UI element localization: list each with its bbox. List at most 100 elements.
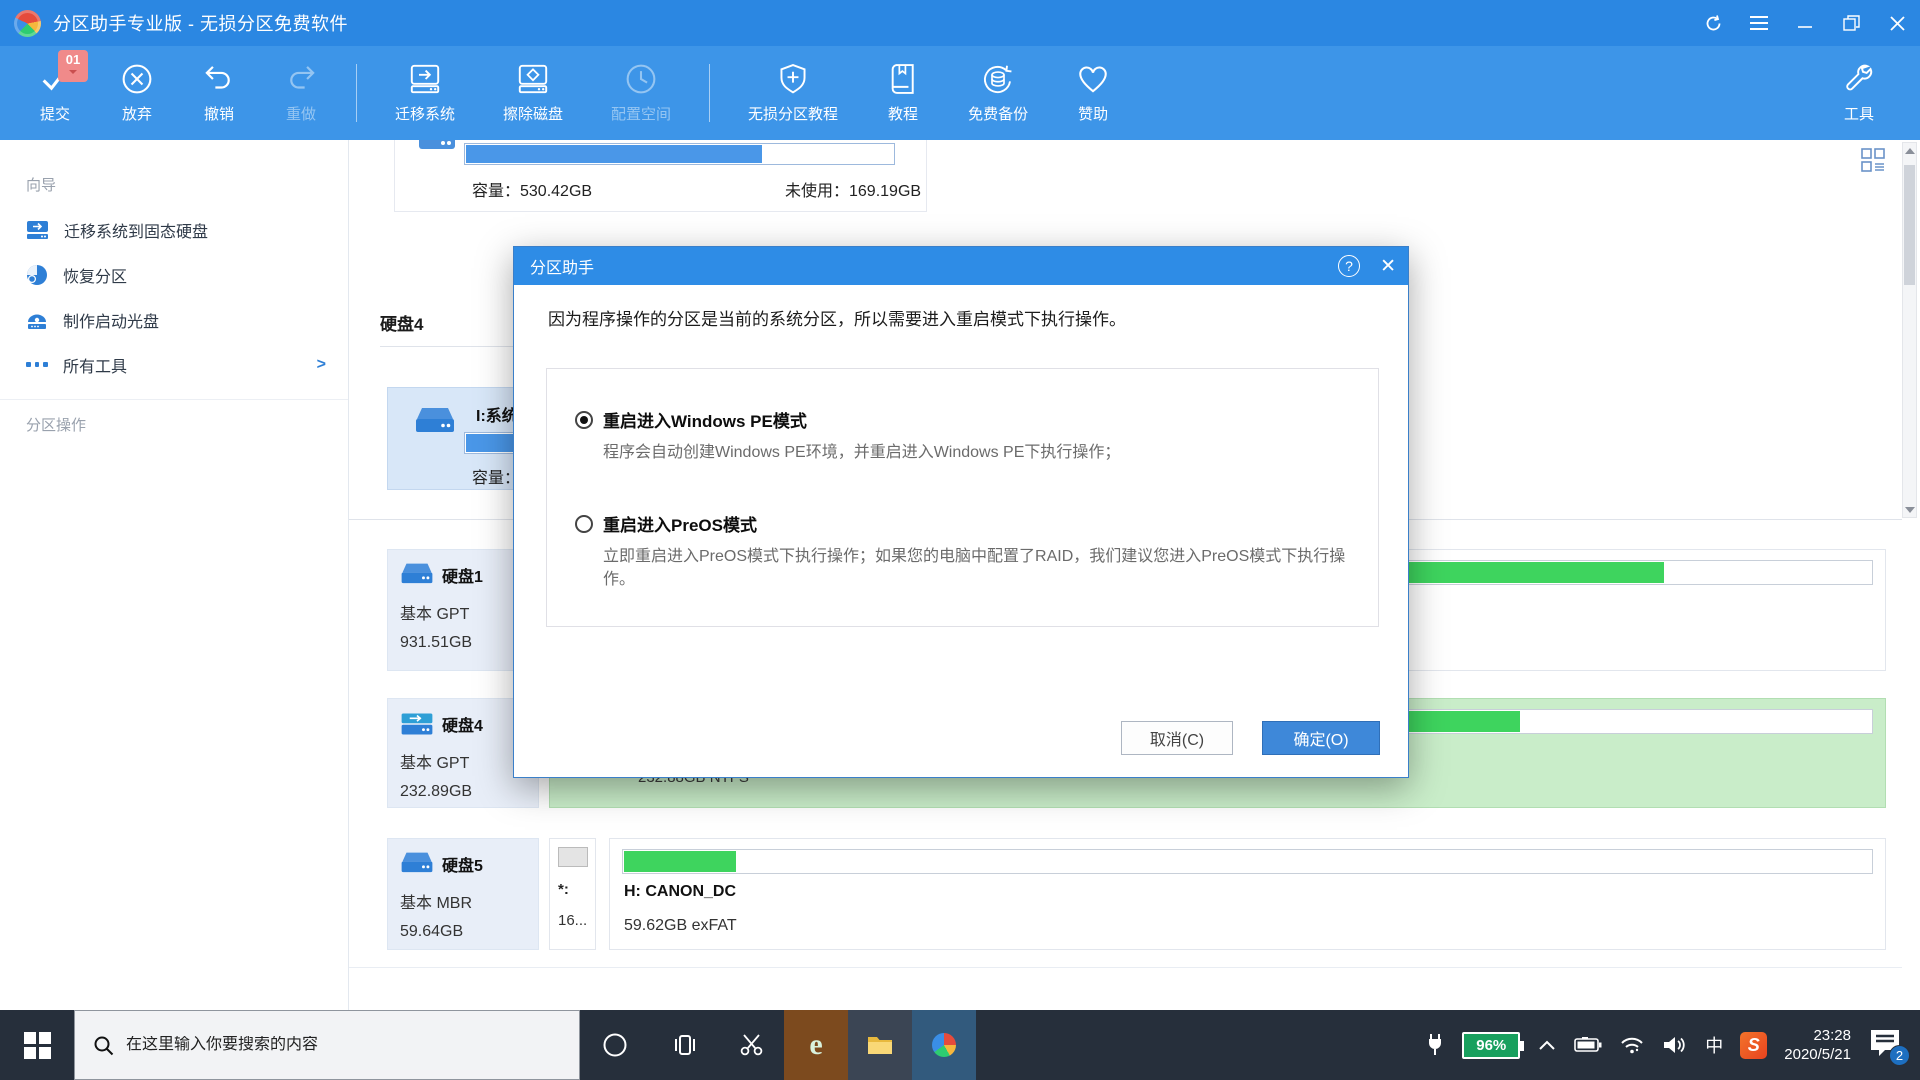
close-icon[interactable] — [1874, 0, 1920, 46]
taskbar: e 96% 中 S 23:28 2020/5/21 2 — [0, 1010, 1920, 1080]
partition-size: 16... — [558, 912, 595, 929]
option-windows-pe[interactable]: 重启进入Windows PE模式 — [575, 407, 807, 432]
sidebar-item-migrate-os[interactable]: 迁移系统到固态硬盘 — [0, 207, 348, 252]
migrate-os-button[interactable]: 迁移系统 — [371, 62, 479, 124]
ime-indicator[interactable]: 中 — [1705, 1032, 1723, 1058]
recover-pie-icon — [26, 264, 48, 286]
partition-cell-small[interactable]: *: 16... — [549, 838, 596, 950]
sidebar-item-make-bootable-media[interactable]: 制作启动光盘 — [0, 297, 348, 342]
lossless-tutorial-button[interactable]: 无损分区教程 — [724, 62, 862, 124]
cancel-button[interactable]: 取消(C) — [1121, 721, 1233, 755]
partition-name: I:系统 — [476, 402, 518, 426]
taskbar-search[interactable] — [74, 1010, 580, 1080]
taskbar-clock[interactable]: 23:28 2020/5/21 — [1784, 1026, 1851, 1064]
disk-icon — [400, 851, 434, 877]
sidebar-item-label: 迁移系统到固态硬盘 — [64, 218, 208, 242]
volume-icon[interactable] — [1662, 1034, 1688, 1056]
taskbar-app-partition-assistant[interactable] — [912, 1010, 976, 1080]
layout-toggle-icon[interactable] — [1861, 148, 1885, 172]
disk-icon — [400, 562, 434, 588]
partition-assistant-icon — [932, 1033, 956, 1057]
ok-button[interactable]: 确定(O) — [1262, 721, 1380, 755]
pending-operations-badge[interactable]: 01 — [58, 50, 88, 82]
operations-section-header: 分区操作 — [0, 404, 348, 447]
book-icon — [886, 62, 920, 96]
notification-center-button[interactable]: 2 — [1868, 1028, 1906, 1062]
disk-info-panel[interactable]: 硬盘5 基本 MBR 59.64GB — [387, 838, 539, 950]
help-icon[interactable]: ? — [1338, 255, 1360, 277]
sidebar-item-all-tools[interactable]: 所有工具 > — [0, 342, 348, 387]
disk-name: 硬盘1 — [442, 563, 483, 587]
task-view-button[interactable] — [650, 1010, 720, 1080]
notification-count-badge: 2 — [1889, 1045, 1910, 1066]
backup-icon — [980, 62, 1016, 96]
titlebar: 分区助手专业版 - 无损分区免费软件 — [0, 0, 1920, 46]
tray-expand-chevron-icon[interactable] — [1537, 1038, 1557, 1052]
sogou-input-icon[interactable]: S — [1740, 1032, 1767, 1059]
wifi-icon[interactable] — [1619, 1035, 1645, 1055]
circle-x-icon — [120, 62, 154, 96]
chevron-right-icon[interactable]: > — [317, 356, 326, 374]
vertical-scrollbar[interactable] — [1902, 142, 1917, 518]
discard-button[interactable]: 放弃 — [96, 62, 178, 124]
dialog-close-icon[interactable]: ✕ — [1380, 255, 1396, 278]
cortana-button[interactable] — [580, 1010, 650, 1080]
wizard-section-header: 向导 — [0, 164, 348, 207]
reboot-options-group: 重启进入Windows PE模式 程序会自动创建Windows PE环境，并重启… — [546, 368, 1379, 627]
undo-button[interactable]: 撤销 — [178, 62, 260, 124]
screen: 分区助手专业版 - 无损分区免费软件 01 提交 — [0, 0, 1920, 1080]
taskbar-app-snip[interactable] — [720, 1010, 784, 1080]
partition-capacity: 容量：530.42GB — [472, 177, 592, 201]
battery-percent-badge[interactable]: 96% — [1462, 1032, 1520, 1059]
windows-logo-icon — [24, 1032, 51, 1059]
sidebar-item-label: 恢复分区 — [63, 263, 127, 287]
free-backup-button[interactable]: 免费备份 — [944, 62, 1052, 124]
migrate-drive-icon — [26, 220, 49, 240]
menu-icon[interactable] — [1736, 0, 1782, 46]
restore-icon[interactable] — [1828, 0, 1874, 46]
drive-eraser-icon — [515, 62, 551, 96]
refresh-icon[interactable] — [1690, 0, 1736, 46]
reboot-mode-dialog: 分区助手 ? ✕ 因为程序操作的分区是当前的系统分区，所以需要进入重启模式下执行… — [513, 246, 1409, 778]
search-input[interactable] — [126, 1036, 546, 1054]
taskbar-app-explorer[interactable] — [848, 1010, 912, 1080]
dialog-title: 分区助手 — [530, 254, 594, 278]
sponsor-button[interactable]: 赞助 — [1052, 62, 1134, 124]
list-bottom-divider — [349, 967, 1902, 968]
minimize-icon[interactable] — [1782, 0, 1828, 46]
disk-name: 硬盘5 — [442, 852, 483, 876]
sidebar-divider — [0, 399, 348, 400]
radio-preos[interactable] — [575, 515, 593, 533]
date: 2020/5/21 — [1784, 1045, 1851, 1064]
redo-button: 重做 — [260, 62, 342, 124]
wrench-icon — [1842, 62, 1876, 96]
scroll-down-arrow[interactable] — [1903, 503, 1916, 517]
battery-icon[interactable] — [1574, 1037, 1602, 1053]
undo-icon — [202, 62, 236, 96]
time: 23:28 — [1784, 1026, 1851, 1045]
clock-icon — [624, 62, 658, 96]
radio-windows-pe[interactable] — [575, 411, 593, 429]
tools-button[interactable]: 工具 — [1818, 62, 1900, 124]
partition-size: 59.62GB exFAT — [624, 917, 737, 935]
partition-strip[interactable]: H: CANON_DC 59.62GB exFAT — [609, 838, 1886, 950]
disk-row-3[interactable]: 硬盘5 基本 MBR 59.64GB *: 16... H: CANON_DC … — [387, 838, 1886, 950]
search-icon — [93, 1035, 114, 1056]
taskbar-app-browser[interactable]: e — [784, 1010, 848, 1080]
system-tray: 96% 中 S 23:28 2020/5/21 2 — [1425, 1026, 1920, 1064]
option-preos[interactable]: 重启进入PreOS模式 — [575, 511, 757, 536]
tutorial-button[interactable]: 教程 — [862, 62, 944, 124]
scrollbar-thumb[interactable] — [1904, 165, 1915, 285]
app-logo-icon — [14, 10, 41, 37]
sidebar-item-recover-partition[interactable]: 恢复分区 — [0, 252, 348, 297]
start-button[interactable] — [0, 1010, 74, 1080]
power-plug-icon[interactable] — [1425, 1033, 1445, 1057]
toolbar-divider — [356, 64, 357, 122]
wipe-disk-button[interactable]: 擦除磁盘 — [479, 62, 587, 124]
folder-icon — [866, 1033, 894, 1057]
partition-card-partial[interactable]: 容量：530.42GB 未使用：169.19GB — [394, 140, 927, 212]
commit-button[interactable]: 01 提交 — [14, 62, 96, 124]
scissors-icon — [739, 1032, 765, 1058]
drive-arrow-icon — [407, 62, 443, 96]
scroll-up-arrow[interactable] — [1903, 143, 1916, 157]
